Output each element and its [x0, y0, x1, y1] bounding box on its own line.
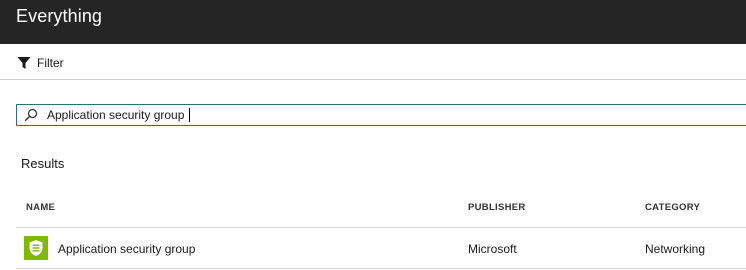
column-header-category[interactable]: CATEGORY: [645, 202, 700, 213]
column-header-publisher[interactable]: PUBLISHER: [468, 202, 526, 213]
row-publisher: Microsoft: [468, 242, 517, 256]
top-bar: Everything: [0, 0, 746, 44]
toolbar: Filter: [0, 44, 746, 80]
application-security-group-icon: [24, 236, 48, 260]
filter-button[interactable]: Filter: [17, 55, 64, 71]
search-box[interactable]: [16, 104, 746, 126]
row-category: Networking: [645, 242, 706, 256]
search-icon: [24, 108, 38, 122]
filter-label: Filter: [37, 56, 64, 70]
column-header-name[interactable]: NAME: [26, 202, 55, 213]
row-name: Application security group: [58, 242, 196, 256]
results-heading: Results: [21, 156, 65, 171]
page-title: Everything: [16, 6, 103, 26]
table-row[interactable]: Application security group Microsoft Net…: [16, 228, 746, 269]
search-input[interactable]: [47, 108, 647, 122]
table-header: NAME PUBLISHER CATEGORY: [16, 193, 746, 228]
filter-icon: [17, 56, 31, 70]
text-caret: [189, 108, 190, 122]
